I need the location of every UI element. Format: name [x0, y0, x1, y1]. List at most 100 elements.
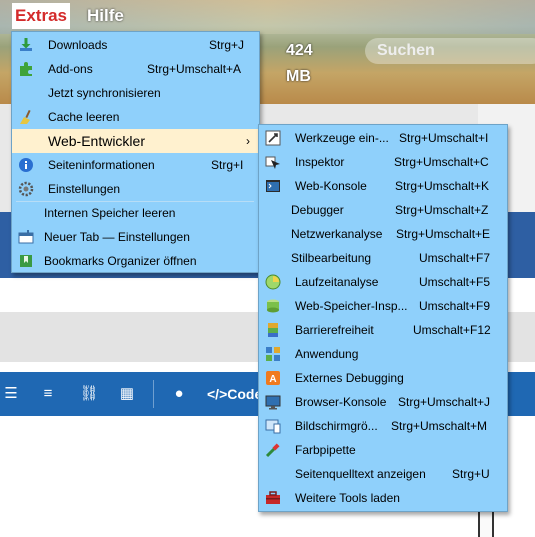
browser-console-icon [265, 395, 281, 410]
accessibility-icon [268, 323, 278, 337]
menu-item-label: Stilbearbeitung [291, 251, 372, 265]
menu-item-downloads[interactable]: Downloads Strg+J [12, 33, 259, 57]
web-developer-submenu: Werkzeuge ein-... Strg+Umschalt+I Inspek… [258, 124, 508, 512]
search-input[interactable]: Suchen [365, 38, 535, 64]
menu-item-label: Barrierefreiheit [295, 323, 374, 337]
dev-item-browser-console[interactable]: Browser-Konsole Strg+Umschalt+J [259, 390, 507, 414]
menu-item-shortcut: Strg+Umschalt+A [147, 62, 242, 76]
dev-item-style-editor[interactable]: Stilbearbeitung Umschalt+F7 [259, 246, 507, 270]
menu-item-shortcut: Strg+Umschalt+Z [395, 203, 489, 217]
menu-item-page-info[interactable]: Seiteninformationen Strg+I [12, 153, 259, 177]
dev-item-storage[interactable]: Web-Speicher-Insp... Umschalt+F9 [259, 294, 507, 318]
menu-item-label: Anwendung [295, 347, 359, 361]
comment-icon[interactable]: ● [168, 372, 190, 416]
menu-item-shortcut: Strg+I [211, 158, 244, 172]
memory-indicator: 424 MB [286, 42, 313, 85]
menu-item-addons[interactable]: Add-ons Strg+Umschalt+A [12, 57, 259, 81]
performance-icon [265, 274, 281, 290]
menu-extras[interactable]: Extras [12, 3, 70, 29]
menu-item-web-developer[interactable]: Web-Entwickler › [12, 129, 259, 153]
menu-hilfe[interactable]: Hilfe [84, 3, 127, 29]
menu-item-label: Bookmarks Organizer öffnen [44, 254, 197, 268]
dev-item-more-tools[interactable]: Weitere Tools laden [259, 486, 507, 510]
menu-item-label: Weitere Tools laden [295, 491, 400, 505]
svg-text:A: A [269, 374, 276, 385]
menu-item-label: Browser-Konsole [295, 395, 387, 409]
menu-item-label: Werkzeuge ein-... [295, 131, 389, 145]
dev-item-remote-debugging[interactable]: A Externes Debugging [259, 366, 507, 390]
gear-icon [18, 181, 34, 197]
dev-item-accessibility[interactable]: Barrierefreiheit Umschalt+F12 [259, 318, 507, 342]
puzzle-icon [20, 62, 32, 76]
dev-item-network[interactable]: Netzwerkanalyse Strg+Umschalt+E [259, 222, 507, 246]
dev-item-application[interactable]: Anwendung [259, 342, 507, 366]
info-icon [19, 158, 33, 172]
toolbox-toggle-icon [265, 130, 281, 146]
link-icon[interactable]: ⛓ [78, 372, 100, 416]
menu-item-shortcut: Umschalt+F7 [419, 251, 491, 265]
menu-item-label: Web-Speicher-Insp... [295, 299, 408, 313]
menu-item-label: Add-ons [48, 62, 93, 76]
menu-item-label: Inspektor [295, 155, 345, 169]
chevron-right-icon: › [246, 134, 250, 148]
responsive-icon [265, 419, 281, 434]
toolbar-divider [153, 380, 154, 408]
menu-item-label: Internen Speicher leeren [44, 206, 176, 220]
menu-item-label: Downloads [48, 38, 108, 52]
dev-item-toolbox-toggle[interactable]: Werkzeuge ein-... Strg+Umschalt+I [259, 126, 507, 150]
menu-item-label: Seiteninformationen [48, 158, 155, 172]
new-tab-settings-icon [18, 230, 34, 244]
inspector-icon [265, 156, 280, 169]
remote-debug-icon: A [266, 371, 280, 385]
menu-item-label: Web-Konsole [295, 179, 367, 193]
eyedropper-icon [265, 443, 280, 458]
console-icon [266, 180, 280, 192]
bookmark-icon [20, 255, 32, 267]
menu-item-shortcut: Strg+Umschalt+I [399, 131, 489, 145]
table-icon[interactable]: ▦ [116, 372, 138, 416]
menu-item-label: Debugger [291, 203, 344, 217]
menu-item-label: Farbpipette [295, 443, 356, 457]
menu-item-label: Netzwerkanalyse [291, 227, 383, 241]
download-icon [20, 38, 32, 51]
menu-item-clear-cache[interactable]: Cache leeren [12, 105, 259, 129]
dev-item-performance[interactable]: Laufzeitanalyse Umschalt+F5 [259, 270, 507, 294]
menu-item-label: Cache leeren [48, 110, 120, 124]
menu-item-shortcut: Strg+J [209, 38, 245, 52]
menu-item-settings[interactable]: Einstellungen [12, 177, 259, 201]
menu-item-label: Seitenquelltext anzeigen [295, 467, 426, 481]
menu-item-label: Laufzeitanalyse [295, 275, 379, 289]
extras-menu: Downloads Strg+J Add-ons Strg+Umschalt+A… [11, 31, 260, 273]
menu-item-label: Externes Debugging [295, 371, 404, 385]
menu-item-label: Web-Entwickler [48, 133, 145, 149]
menu-item-shortcut: Strg+Umschalt+C [394, 155, 489, 169]
dev-item-responsive-design[interactable]: Bildschirmgrö... Strg+Umschalt+M [259, 414, 507, 438]
menu-item-sync[interactable]: Jetzt synchronisieren [12, 81, 259, 105]
menu-item-clear-storage[interactable]: Internen Speicher leeren [12, 201, 259, 225]
align-left-icon[interactable]: ≡ [38, 372, 58, 416]
dev-item-view-source[interactable]: Seitenquelltext anzeigen Strg+U [259, 462, 507, 486]
menu-item-shortcut: Strg+Umschalt+M [391, 419, 488, 433]
storage-icon [267, 299, 279, 313]
dev-item-web-console[interactable]: Web-Konsole Strg+Umschalt+K [259, 174, 507, 198]
dev-item-inspector[interactable]: Inspektor Strg+Umschalt+C [259, 150, 507, 174]
menu-item-shortcut: Umschalt+F12 [413, 323, 491, 337]
menu-item-shortcut: Umschalt+F9 [419, 299, 491, 313]
menu-item-shortcut: Strg+Umschalt+J [398, 395, 491, 409]
toolbox-icon [266, 491, 280, 504]
menu-item-shortcut: Strg+U [452, 467, 490, 481]
menu-item-label: Bildschirmgrö... [295, 419, 378, 433]
dev-item-eyedropper[interactable]: Farbpipette [259, 438, 507, 462]
dev-item-debugger[interactable]: Debugger Strg+Umschalt+Z [259, 198, 507, 222]
menu-item-label: Einstellungen [48, 182, 121, 196]
menu-item-shortcut: Strg+Umschalt+K [395, 179, 490, 193]
menu-item-shortcut: Umschalt+F5 [419, 275, 491, 289]
broom-icon [20, 109, 31, 124]
menu-item-shortcut: Strg+Umschalt+E [396, 227, 491, 241]
menu-item-bookmarks-organizer[interactable]: Bookmarks Organizer öffnen [12, 249, 259, 273]
menu-item-new-tab-settings[interactable]: Neuer Tab — Einstellungen [12, 225, 259, 249]
application-icon [266, 347, 280, 361]
list-icon[interactable]: ☰ [2, 372, 20, 416]
menu-item-label: Neuer Tab — Einstellungen [44, 230, 190, 244]
menu-item-label: Jetzt synchronisieren [48, 86, 161, 100]
